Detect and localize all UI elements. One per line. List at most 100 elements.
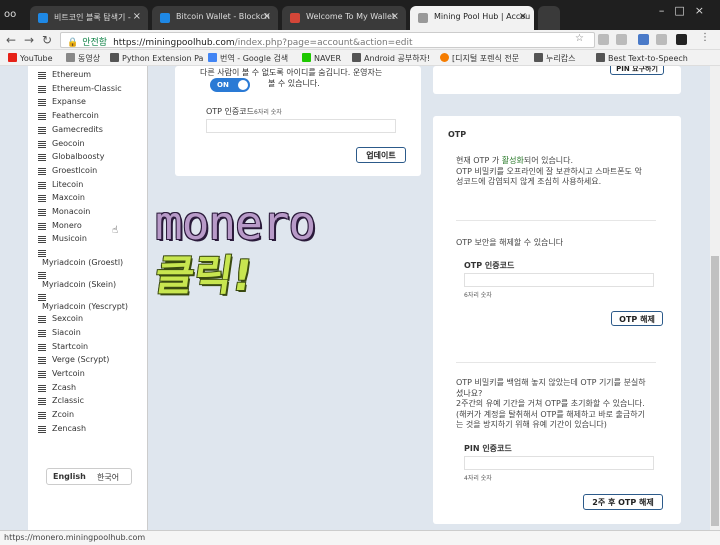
otp-reset-text: OTP 비밀키를 백업해 놓지 않았는데 OTP 기기를 분실하 셨나요? 2주… — [456, 378, 646, 431]
coin-icon — [38, 140, 46, 149]
hide-id-text-2: 볼 수 있습니다. — [268, 79, 320, 88]
otp-label-text: OTP 인증코드 — [206, 107, 254, 116]
otp-disable-button[interactable]: OTP 해제 — [611, 311, 663, 326]
sidebar-coin-groestlcoin[interactable]: Groestlcoin — [38, 166, 97, 176]
sidebar-coin-globalboosty[interactable]: Globalboosty — [38, 152, 104, 163]
tab-mining-pool-hub[interactable]: Mining Pool Hub | Accou × — [410, 6, 534, 30]
tab-title: 비트코인 블록 탐색기 - — [54, 13, 131, 22]
reload-icon[interactable]: ↻ — [42, 33, 52, 47]
close-tab-icon[interactable]: × — [263, 11, 271, 22]
gmail-icon — [290, 13, 300, 23]
sidebar-coin-myriadcoin-groestl[interactable]: Myriadcoin (Groestl) — [42, 258, 123, 267]
menu-icon[interactable]: ⋮ — [700, 32, 711, 43]
url-input[interactable]: 🔒 안전함 https://miningpoolhub.com/index.php?… — [60, 32, 595, 48]
bookmark-forensic[interactable]: [디지털 포렌식 전문 — [440, 53, 519, 64]
sidebar-coin-zcoin[interactable]: Zcoin — [38, 410, 74, 420]
bookmarks-bar: YouTube 동영상 Python Extension Pa 번역 - Goo… — [0, 50, 720, 66]
lang-korean[interactable]: 한국어 — [97, 472, 119, 483]
coin-icon — [38, 412, 46, 420]
sidebar-coin-zcash[interactable]: Zcash — [38, 383, 76, 393]
naver-icon — [302, 53, 311, 62]
coin-icon — [38, 126, 46, 135]
update-button[interactable]: 업데이트 — [356, 147, 406, 163]
extension-icon[interactable] — [638, 34, 649, 45]
page-scrollbar[interactable] — [710, 66, 720, 530]
coin-label: Zencash — [52, 423, 87, 433]
bookmark-label: 누리캅스 — [546, 54, 576, 63]
extension-icon[interactable] — [616, 34, 627, 45]
coin-label: Zclassic — [52, 396, 84, 406]
bookmark-star-icon[interactable]: ☆ — [575, 33, 584, 44]
sidebar-coin-maxcoin[interactable]: Maxcoin — [38, 193, 85, 204]
otp-reset-button[interactable]: 2주 후 OTP 해제 — [583, 494, 663, 510]
tab-bitcoin-wallet[interactable]: Bitcoin Wallet - Blockch × — [152, 6, 278, 30]
sidebar-coin-zencash[interactable]: Zencash — [38, 423, 87, 434]
coin-label: Myriadcoin (Groestl) — [42, 258, 124, 268]
page-icon — [352, 53, 361, 62]
coin-label: Myriadcoin (Skein) — [42, 280, 117, 290]
sidebar-coin-startcoin[interactable]: Startcoin — [38, 342, 88, 352]
sidebar-coin-litecoin[interactable]: Litecoin — [38, 180, 83, 190]
bookmark-label: Android 공부하자! — [364, 54, 431, 63]
coin-label: Musicoin — [52, 234, 87, 244]
coin-label: Monero — [52, 220, 82, 230]
hide-id-text: 다른 사람이 볼 수 없도록 아이디를 숨깁니다. 운영자는 — [200, 68, 383, 77]
hide-id-toggle[interactable]: ON — [210, 78, 250, 92]
sidebar-coin-ethereum[interactable]: Ethereum — [38, 70, 92, 80]
bookmark-tts[interactable]: Best Text-to-Speech — [596, 53, 688, 63]
back-icon[interactable]: ← — [6, 33, 16, 47]
otp-hint: 6자리 숫자 — [254, 109, 282, 116]
close-tab-icon[interactable]: × — [391, 11, 399, 22]
otp-disable-input[interactable] — [464, 273, 654, 287]
otp-code-input[interactable] — [206, 119, 396, 133]
sidebar-coin-monero[interactable]: Monero — [38, 220, 82, 231]
coin-label: Sexcoin — [52, 314, 84, 324]
sidebar-coin-vertcoin[interactable]: Vertcoin — [38, 369, 85, 379]
pin-require-button[interactable]: PIN 요구하기 — [610, 66, 664, 75]
new-tab-button[interactable] — [538, 6, 560, 30]
window-controls[interactable]: –□× — [659, 4, 714, 17]
bookmark-python[interactable]: Python Extension Pa — [110, 53, 203, 63]
sidebar-coin-verge-scrypt[interactable]: Verge (Scrypt) — [38, 355, 109, 366]
bookmark-youtube[interactable]: YouTube — [8, 53, 53, 63]
sidebar-coin-siacoin[interactable]: Siacoin — [38, 328, 81, 338]
sidebar-coin-myriadcoin-yescrypt[interactable]: Myriadcoin (Yescrypt) — [42, 302, 128, 311]
bookmark-video[interactable]: 동영상 — [66, 53, 100, 64]
coin-label: Feathercoin — [52, 111, 99, 121]
bookmark-google-translate[interactable]: 번역 - Google 검색 — [208, 53, 288, 64]
sidebar-coin-myriadcoin-skein[interactable]: Myriadcoin (Skein) — [42, 280, 116, 289]
bookmark-nuricops[interactable]: 누리캅스 — [534, 53, 575, 64]
sidebar-coin-musicoin[interactable]: Musicoin — [38, 234, 87, 245]
coin-icon — [38, 222, 46, 231]
tab-my-wallet[interactable]: Welcome To My Wallet × — [282, 6, 406, 30]
tab-block-explorer[interactable]: 비트코인 블록 탐색기 - × — [30, 6, 148, 30]
tab-bar: oo 비트코인 블록 탐색기 - × Bitcoin Wallet - Bloc… — [0, 0, 720, 30]
forward-icon[interactable]: → — [24, 33, 34, 47]
sidebar-coin-expanse[interactable]: Expanse — [38, 97, 86, 108]
sidebar-coin-gamecredits[interactable]: Gamecredits — [38, 125, 103, 135]
sidebar-coin-monacoin[interactable]: Monacoin — [38, 207, 90, 217]
close-tab-icon[interactable]: × — [133, 11, 141, 22]
bookmark-naver[interactable]: NAVER — [302, 53, 341, 63]
coin-icon — [38, 72, 46, 80]
extension-icon[interactable] — [598, 34, 609, 45]
sidebar-coin-feathercoin[interactable]: Feathercoin — [38, 111, 99, 122]
otp-section-title: OTP — [448, 130, 467, 139]
sidebar-coin-ethereum-classic[interactable]: Ethereum-Classic — [38, 84, 122, 94]
extension-icon[interactable] — [676, 34, 687, 45]
coin-label: Ethereum — [52, 70, 92, 79]
close-tab-icon[interactable]: × — [519, 11, 527, 22]
sidebar-coin-geocoin[interactable]: Geocoin — [38, 138, 85, 149]
bookmark-android[interactable]: Android 공부하자! — [352, 53, 430, 64]
pin-code-input[interactable] — [464, 456, 654, 470]
sidebar-coin-zclassic[interactable]: Zclassic — [38, 396, 84, 407]
tab-favicon-icon — [38, 13, 48, 23]
coin-icon — [38, 236, 46, 245]
bookmark-label: Python Extension Pa — [122, 54, 204, 63]
coin-label: Geocoin — [52, 138, 85, 148]
sidebar-coin-sexcoin[interactable]: Sexcoin — [38, 314, 84, 325]
extension-icon[interactable] — [656, 34, 667, 45]
scrollbar-thumb[interactable] — [711, 256, 719, 526]
lang-english[interactable]: English — [53, 472, 86, 481]
tab-title: Mining Pool Hub | Accou — [434, 12, 531, 21]
